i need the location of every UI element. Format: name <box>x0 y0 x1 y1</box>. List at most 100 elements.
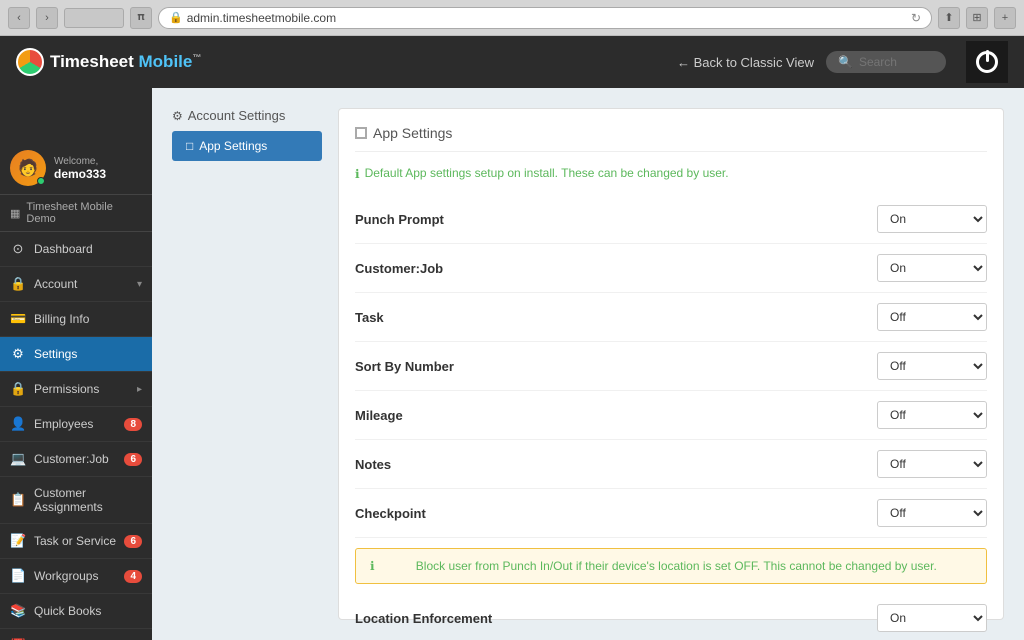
sidebar-item-customerjob[interactable]: 💻 Customer:Job 6 <box>0 442 152 477</box>
welcome-label: Welcome, <box>54 156 106 167</box>
sort-by-number-select[interactable]: On Off <box>877 352 987 380</box>
sort-by-number-label: Sort By Number <box>355 359 877 374</box>
settings-sidebar-panel: ⚙ Account Settings □ App Settings <box>172 108 322 620</box>
mileage-label: Mileage <box>355 408 877 423</box>
mileage-select[interactable]: On Off <box>877 401 987 429</box>
app-settings-btn-icon: □ <box>186 139 193 153</box>
warning-box: ℹ Block user from Punch In/Out if their … <box>355 548 987 584</box>
sidebar-item-timesheets[interactable]: 📅 Timesheets <box>0 629 152 640</box>
workgroups-icon: 📄 <box>10 568 26 584</box>
customerjob-icon: 💻 <box>10 451 26 467</box>
sidebar-item-account[interactable]: 🔒 Account ▾ <box>0 267 152 302</box>
sidebar-item-workgroups[interactable]: 📄 Workgroups 4 <box>0 559 152 594</box>
nav-right: ← Back to Classic View 🔍 <box>677 41 1008 83</box>
address-bar[interactable]: 🔒 admin.timesheetmobile.com ↻ <box>158 7 932 29</box>
warning-icon: ℹ <box>370 559 375 573</box>
customer-job-row: Customer:Job On Off <box>355 244 987 293</box>
info-message: ℹ Default App settings setup on install.… <box>355 166 987 181</box>
main-content: ⚙ Account Settings □ App Settings App Se… <box>152 88 1024 640</box>
checkpoint-label: Checkpoint <box>355 506 877 521</box>
punch-prompt-select[interactable]: On Off <box>877 205 987 233</box>
panel-title-icon <box>355 127 367 139</box>
chevron-down-icon: ▾ <box>137 279 142 290</box>
sidebar: 🧑 Welcome, demo333 ▦ Timesheet Mobile De… <box>0 88 152 640</box>
lock-icon: 🔒 <box>169 11 183 24</box>
app-settings-button[interactable]: □ App Settings <box>172 131 322 161</box>
sidebar-item-label: Customer Assignments <box>34 486 142 514</box>
task-select[interactable]: On Off <box>877 303 987 331</box>
settings-icon: ⚙ <box>10 346 26 362</box>
sidebar-item-customer-assignments[interactable]: 📋 Customer Assignments <box>0 477 152 524</box>
sidebar-item-label: Settings <box>34 347 77 361</box>
checkpoint-select[interactable]: On Off <box>877 499 987 527</box>
browser-chrome: ‹ › 𝛑 🔒 admin.timesheetmobile.com ↻ ⬆ ⊞ … <box>0 0 1024 36</box>
logo-icon <box>16 48 44 76</box>
avatar: 🧑 <box>10 150 46 186</box>
org-name-text: Timesheet Mobile Demo <box>26 201 142 225</box>
sidebar-item-settings[interactable]: ⚙ Settings <box>0 337 152 372</box>
notes-select[interactable]: On Off <box>877 450 987 478</box>
forward-btn[interactable]: › <box>36 7 58 29</box>
back-to-classic-btn[interactable]: ← Back to Classic View <box>677 55 814 70</box>
sidebar-item-permissions[interactable]: 🔒 Permissions ▸ <box>0 372 152 407</box>
location-enforcement-select[interactable]: On Off <box>877 604 987 632</box>
info-icon: ℹ <box>355 167 360 181</box>
customer-job-label: Customer:Job <box>355 261 877 276</box>
sidebar-item-label: Account <box>34 277 77 291</box>
bookmark-btn[interactable]: 𝛑 <box>130 7 152 29</box>
location-enforcement-row: Location Enforcement On Off <box>355 594 987 640</box>
location-enforcement-label: Location Enforcement <box>355 611 877 626</box>
refresh-icon[interactable]: ↻ <box>911 11 921 25</box>
sidebar-item-label: Workgroups <box>34 569 98 583</box>
gear-icon: ⚙ <box>172 109 183 123</box>
username-label: demo333 <box>54 167 106 181</box>
task-row: Task On Off <box>355 293 987 342</box>
org-name: ▦ Timesheet Mobile Demo <box>0 195 152 232</box>
top-navbar: Timesheet Mobile™ ← Back to Classic View… <box>0 36 1024 88</box>
logo-area: Timesheet Mobile™ <box>16 48 201 76</box>
customer-assignments-icon: 📋 <box>10 492 26 508</box>
notes-label: Notes <box>355 457 877 472</box>
sidebar-item-billing[interactable]: 💳 Billing Info <box>0 302 152 337</box>
user-info: Welcome, demo333 <box>54 156 106 181</box>
back-btn[interactable]: ‹ <box>8 7 30 29</box>
app-layout: 🧑 Welcome, demo333 ▦ Timesheet Mobile De… <box>0 36 1024 640</box>
sidebar-item-employees[interactable]: 👤 Employees 8 <box>0 407 152 442</box>
extend-btn[interactable]: + <box>994 7 1016 29</box>
warning-text: Block user from Punch In/Out if their de… <box>381 559 972 573</box>
quickbooks-icon: 📚 <box>10 603 26 619</box>
settings-panel: App Settings ℹ Default App settings setu… <box>338 108 1004 620</box>
new-tab-btn[interactable]: ⊞ <box>966 7 988 29</box>
sidebar-item-label: Employees <box>34 417 93 431</box>
search-box: 🔍 <box>826 51 946 73</box>
power-button[interactable] <box>966 41 1008 83</box>
online-indicator <box>37 177 45 185</box>
checkpoint-row: Checkpoint On Off <box>355 489 987 538</box>
sidebar-item-label: Quick Books <box>34 604 101 618</box>
permissions-icon: 🔒 <box>10 381 26 397</box>
employees-icon: 👤 <box>10 416 26 432</box>
sidebar-item-quickbooks[interactable]: 📚 Quick Books <box>0 594 152 629</box>
sidebar-item-dashboard[interactable]: ⊙ Dashboard <box>0 232 152 267</box>
search-input[interactable] <box>859 55 939 69</box>
user-profile: 🧑 Welcome, demo333 <box>0 140 152 195</box>
power-icon <box>976 51 998 73</box>
customer-job-select[interactable]: On Off <box>877 254 987 282</box>
panel-title: App Settings <box>355 125 987 152</box>
url-text: admin.timesheetmobile.com <box>187 11 336 25</box>
punch-prompt-row: Punch Prompt On Off <box>355 195 987 244</box>
dashboard-icon: ⊙ <box>10 241 26 257</box>
share-btn[interactable]: ⬆ <box>938 7 960 29</box>
sidebar-item-label: Permissions <box>34 382 99 396</box>
notes-row: Notes On Off <box>355 440 987 489</box>
billing-icon: 💳 <box>10 311 26 327</box>
sidebar-item-task-service[interactable]: 📝 Task or Service 6 <box>0 524 152 559</box>
mileage-row: Mileage On Off <box>355 391 987 440</box>
task-icon: 📝 <box>10 533 26 549</box>
customerjob-badge: 6 <box>124 453 142 466</box>
punch-prompt-label: Punch Prompt <box>355 212 877 227</box>
sidebar-item-label: Task or Service <box>34 534 116 548</box>
sort-by-number-row: Sort By Number On Off <box>355 342 987 391</box>
sidebar-item-label: Billing Info <box>34 312 89 326</box>
account-icon: 🔒 <box>10 276 26 292</box>
